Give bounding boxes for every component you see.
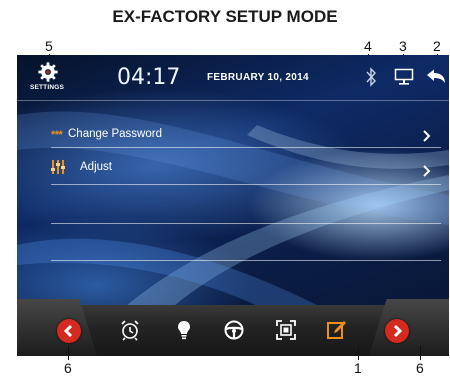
row-divider [51,147,441,148]
document-title: EX-FACTORY SETUP MODE [112,7,338,26]
page-prev-button[interactable] [57,319,81,343]
callout-6-right: 6 [416,360,424,376]
gear-icon [38,62,58,82]
steering-wheel-icon[interactable] [223,319,245,341]
row-divider [51,184,441,185]
callout-5: 5 [45,38,53,54]
adjust-label: Adjust [80,161,112,173]
row-divider [51,223,441,224]
chevron-left-icon [63,324,73,338]
bluetooth-icon[interactable] [365,67,377,87]
chevron-right-icon [393,324,403,338]
callout-6-right-leader [420,346,421,360]
callout-6-left: 6 [64,360,72,376]
asterisk-password-icon: *** [51,129,63,141]
row-divider [51,260,441,261]
alarm-clock-icon[interactable] [119,319,141,341]
edit-note-icon[interactable] [326,319,348,341]
callout-4: 4 [364,38,372,54]
adjust-row[interactable]: Adjust [51,154,441,184]
display-monitor-icon[interactable] [394,68,414,86]
chevron-right-icon [423,165,431,177]
status-header: SETTINGS 04:17 FEBRUARY 10, 2014 [17,55,449,100]
bottom-dock [17,299,449,356]
callout-2: 2 [433,38,441,54]
clock-date: FEBRUARY 10, 2014 [207,72,309,83]
callout-1: 1 [354,360,362,376]
settings-label: SETTINGS [29,84,65,91]
clock-time: 04:17 [117,65,181,90]
callout-1-leader [358,346,359,360]
light-bulb-icon[interactable] [173,319,195,341]
header-divider [17,100,449,101]
chevron-right-icon [423,130,431,142]
head-unit-screen: SETTINGS 04:17 FEBRUARY 10, 2014 *** Cha… [17,55,449,356]
callout-3: 3 [399,38,407,54]
equalizer-sliders-icon [51,160,65,174]
dock-right-wing [369,299,449,356]
change-password-label: Change Password [68,128,162,140]
callout-6-left-leader [68,346,69,360]
page-next-button[interactable] [385,319,409,343]
settings-button[interactable]: SETTINGS [23,59,71,95]
screen-fit-icon[interactable] [275,319,297,341]
back-arrow-icon[interactable] [426,69,446,85]
